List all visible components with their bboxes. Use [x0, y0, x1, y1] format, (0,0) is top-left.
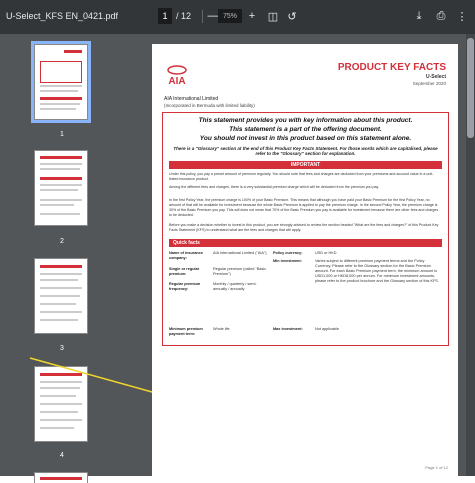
thumb-bar: [40, 477, 82, 480]
annotation-line: [29, 357, 153, 393]
annotation-overlay: [29, 357, 153, 393]
